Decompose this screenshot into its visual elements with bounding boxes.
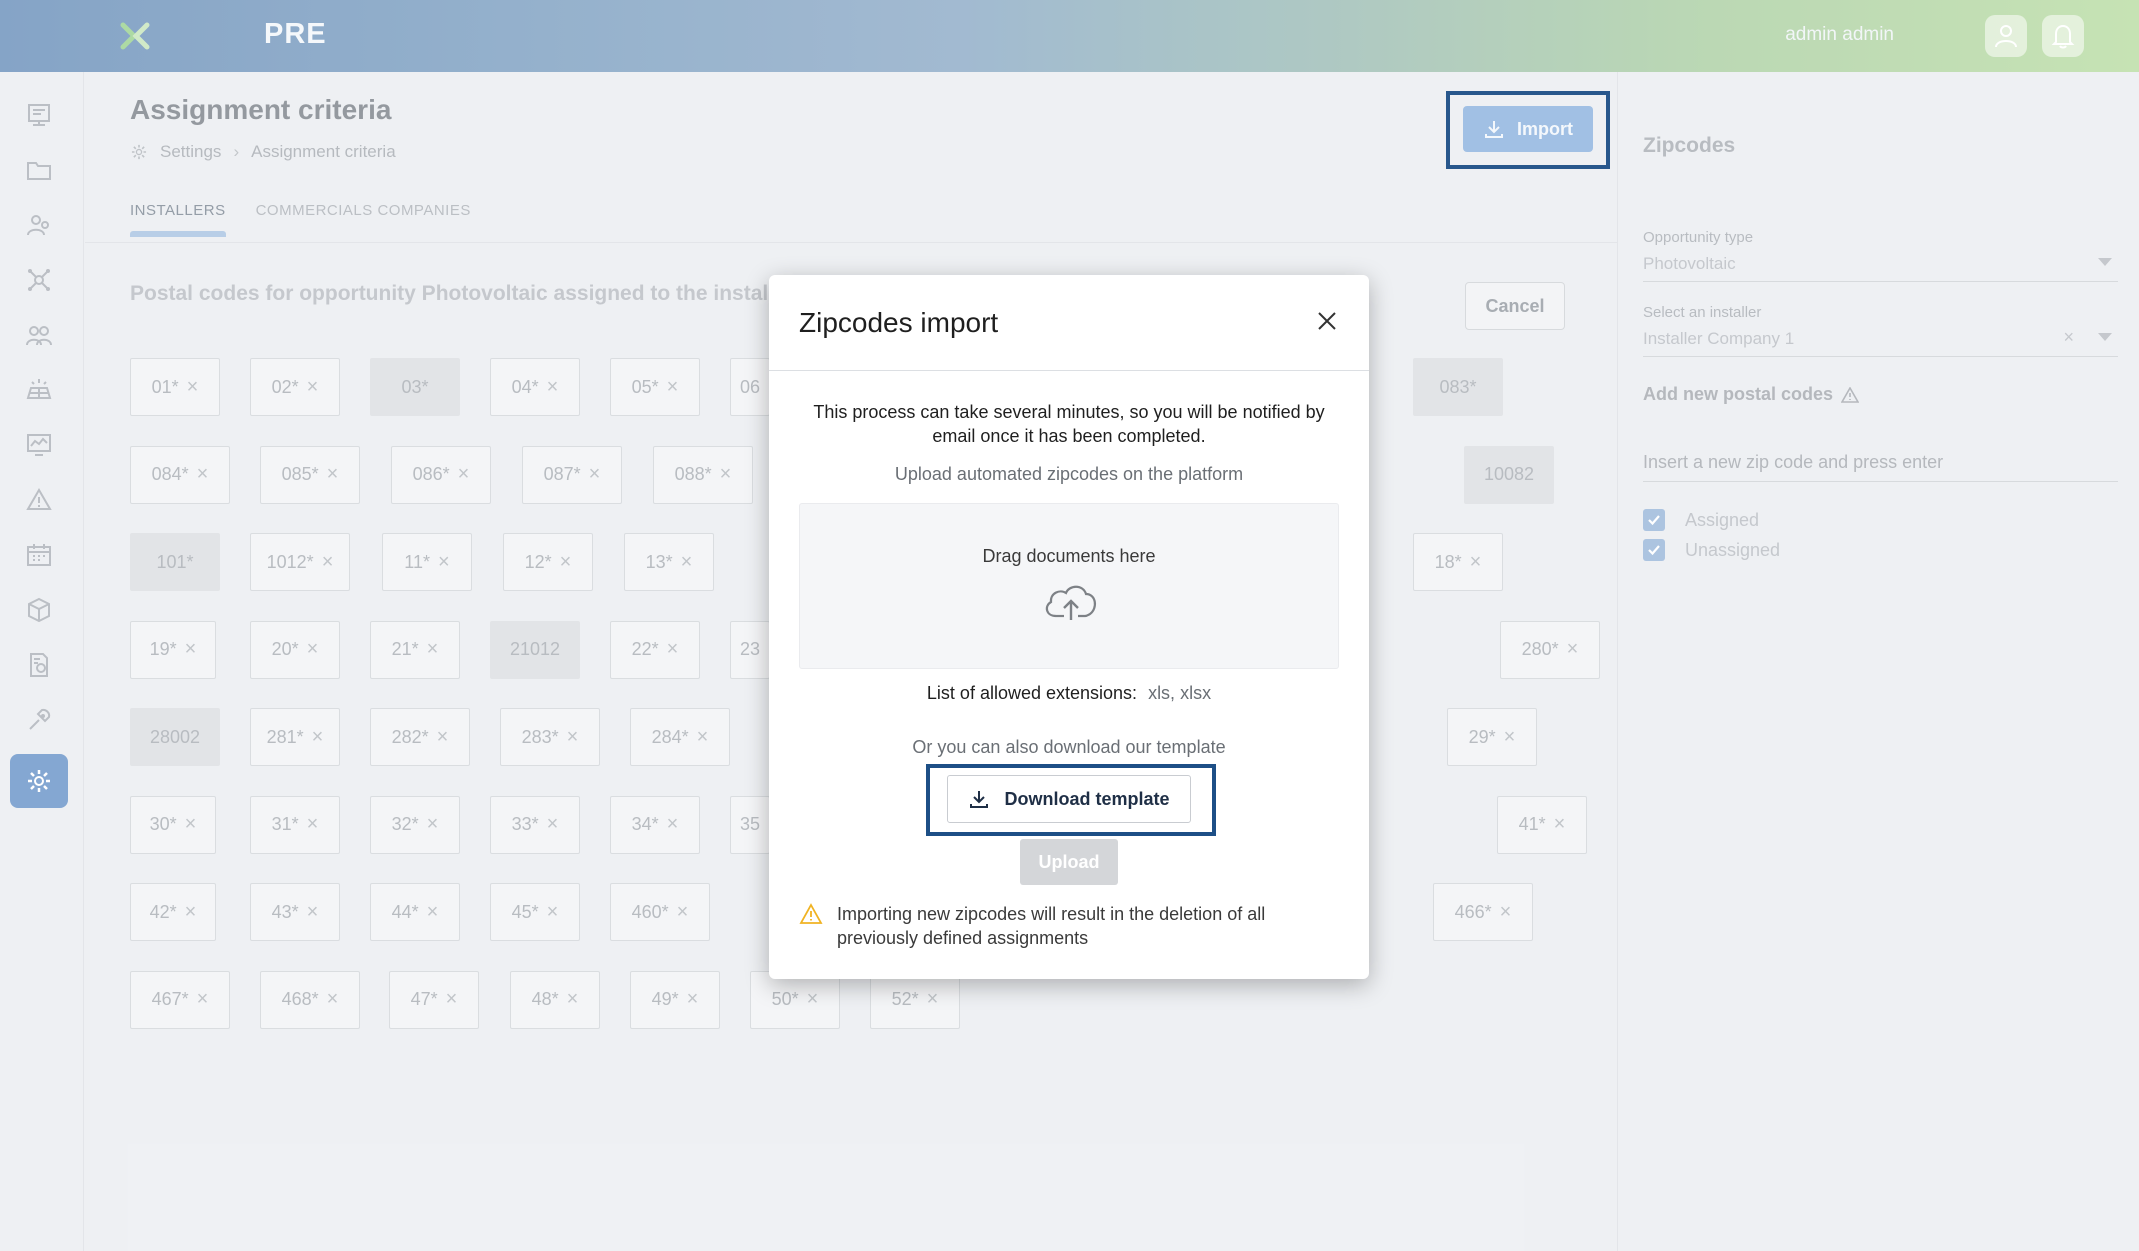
extensions-label: List of allowed extensions: <box>926 683 1138 703</box>
file-dropzone[interactable]: Drag documents here <box>799 503 1339 669</box>
download-template-highlight <box>926 764 1216 836</box>
deletion-warning: Importing new zipcodes will result in th… <box>799 902 1339 950</box>
dialog-divider <box>769 370 1369 371</box>
template-hint: Or you can also download our template <box>912 737 1226 757</box>
warning-icon <box>799 903 823 924</box>
cloud-upload-icon <box>1045 585 1096 620</box>
warning-text: Importing new zipcodes will result in th… <box>837 904 1266 948</box>
dropzone-text: Drag documents here <box>982 546 1156 566</box>
dialog-info-text: This process can take several minutes, s… <box>813 402 1325 446</box>
close-icon[interactable] <box>1315 309 1339 333</box>
allowed-extensions: List of allowed extensions: xls, xlsx <box>799 683 1339 704</box>
dialog-subtitle: Upload automated zipcodes on the platfor… <box>894 464 1244 484</box>
zipcodes-import-dialog: Zipcodes import This process can take se… <box>769 275 1369 979</box>
extensions-values: xls, xlsx <box>1148 683 1212 703</box>
upload-button[interactable]: Upload <box>1020 839 1118 885</box>
dialog-title: Zipcodes import <box>799 307 999 338</box>
